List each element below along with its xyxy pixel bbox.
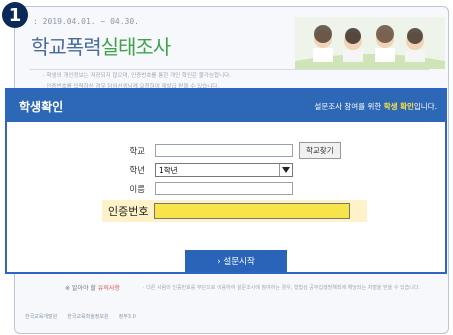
- auth-code-label: 인증번호: [108, 205, 149, 218]
- footer-logos: 한국교육개발원 한국교육학술정보원 정부3.0: [25, 313, 136, 320]
- start-survey-button[interactable]: › 설문시작: [185, 250, 287, 272]
- modal-subtitle: 설문조사 참여를 위한 학생 확인입니다.: [314, 101, 437, 112]
- survey-title-main: 학교폭력: [31, 35, 102, 59]
- grade-select-value: 1학년: [159, 165, 178, 175]
- name-input[interactable]: [155, 182, 293, 195]
- modal-header: 학생확인 설문조사 참여를 위한 학생 확인입니다.: [7, 90, 445, 122]
- caution-note: · 다른 사람의 인증번호를 무단으로 이용하여 설문조사에 참여하는 경우, …: [143, 285, 421, 291]
- modal-title: 학생확인: [19, 99, 64, 114]
- footer-logo: 한국교육학술정보원: [67, 314, 109, 320]
- caution-link-text: 유의사항: [97, 285, 120, 292]
- step-number-badge: 1: [2, 2, 28, 28]
- modal-subtitle-highlight: 학생 확인: [383, 101, 414, 111]
- caution-link-prefix: ※ 알아야 할: [65, 285, 96, 292]
- survey-period: : 2019.04.01. ~ 04.30.: [33, 17, 139, 26]
- name-label: 이름: [129, 184, 145, 195]
- survey-title: 학교폭력실태조사: [31, 31, 172, 60]
- chevron-down-icon: [279, 164, 292, 176]
- footer-logo: 한국교육개발원: [25, 314, 58, 320]
- modal-subtitle-suffix: 입니다.: [413, 101, 437, 111]
- notice-line: · 학생의 개인정보는 저장되지 않으며, 인증번호를 통한 개인 확인은 불가…: [43, 73, 231, 79]
- find-school-button[interactable]: 학교찾기: [299, 142, 341, 159]
- school-row: 학교 학교찾기: [115, 142, 341, 159]
- survey-title-accent: 실태조사: [100, 35, 172, 59]
- grade-label: 학년: [129, 166, 145, 176]
- student-verification-modal: 학생확인 설문조사 참여를 위한 학생 확인입니다. 학교 학교찾기 학년 1학…: [5, 88, 447, 274]
- modal-subtitle-prefix: 설문조사 참여를 위한: [314, 101, 384, 111]
- grade-row: 학년 1학년: [115, 163, 293, 177]
- name-row: 이름: [115, 182, 293, 195]
- auth-code-input[interactable]: [154, 203, 351, 219]
- students-illustration: [295, 17, 445, 69]
- auth-code-row: 인증번호: [102, 200, 367, 222]
- caution-link[interactable]: ※ 알아야 할 유의사항: [65, 283, 120, 292]
- footer-logo: 정부3.0: [118, 314, 136, 320]
- school-input[interactable]: [155, 144, 293, 157]
- school-label: 학교: [129, 146, 145, 157]
- grade-select[interactable]: 1학년: [155, 163, 293, 177]
